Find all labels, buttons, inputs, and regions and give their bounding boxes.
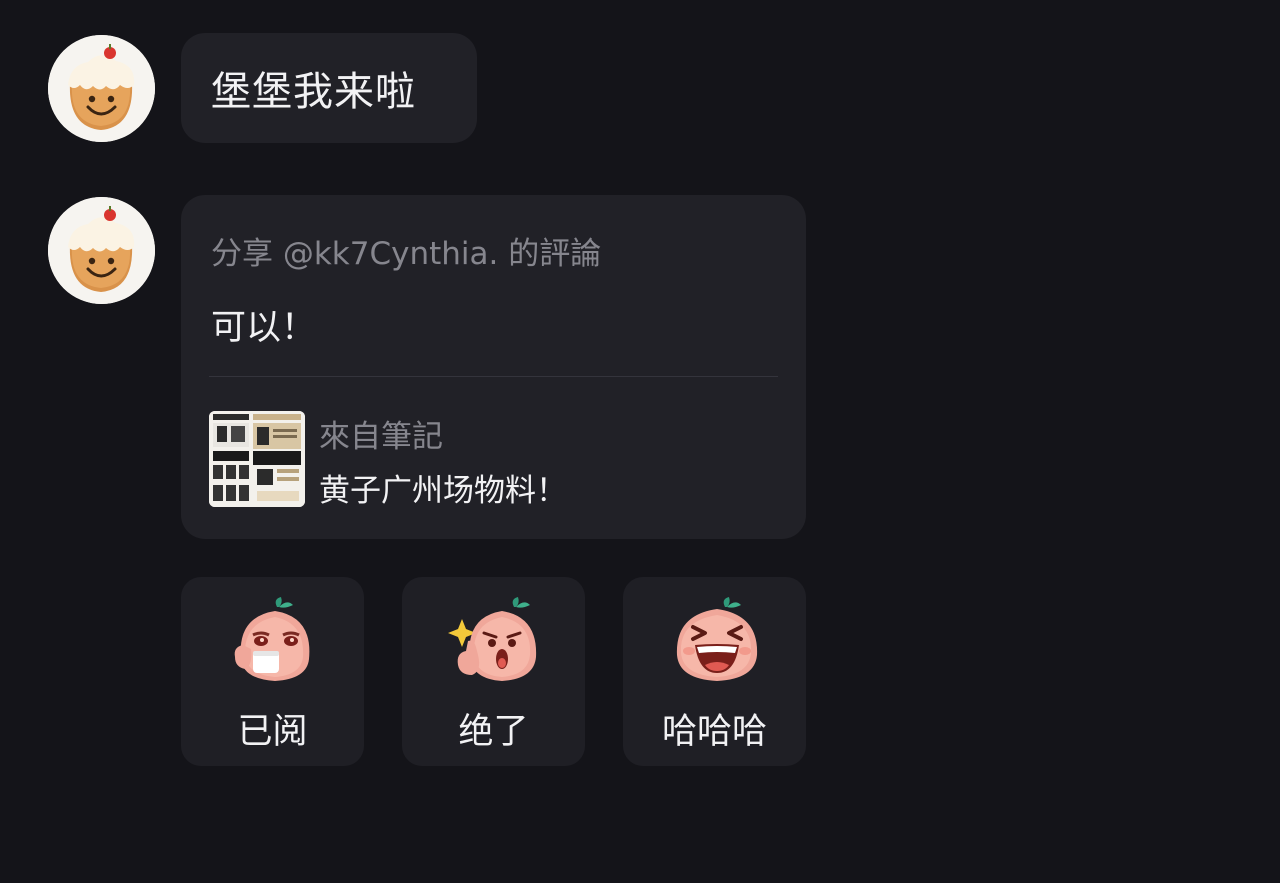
message-text: 堡堡我来啦 [211,69,416,115]
smiley-cake-icon [48,35,155,142]
source-note-link[interactable]: 來自筆記 黄子广州场物料！ [209,411,769,509]
reaction-label: 哈哈哈 [661,712,767,752]
peach-laughing-icon [669,595,765,687]
message-bubble[interactable]: 堡堡我来啦 [181,33,477,143]
reaction-label: 已阅 [237,712,308,752]
user-avatar[interactable] [48,197,155,304]
peach-thumbs-up-icon [448,595,544,687]
user-avatar[interactable] [48,35,155,142]
note-title: 黄子广州场物料！ [319,473,567,509]
reaction-button-haha[interactable]: 哈哈哈 [623,577,806,766]
reaction-button-read[interactable]: 已阅 [181,577,364,766]
share-header[interactable]: 分享 @kk7Cynthia. 的評論 [211,228,601,273]
shared-comment-text: 可以！ [211,308,317,348]
peach-drinking-tea-icon [227,595,323,687]
divider [209,376,778,377]
note-source-label: 來自筆記 [319,419,443,455]
smiley-cake-icon [48,197,155,304]
reaction-button-awesome[interactable]: 绝了 [402,577,585,766]
reaction-label: 绝了 [458,712,529,752]
shared-comment-card[interactable]: 分享 @kk7Cynthia. 的評論 可以！ 來自筆記 黄子广州场物料！ [181,195,806,539]
note-thumbnail [209,411,305,507]
